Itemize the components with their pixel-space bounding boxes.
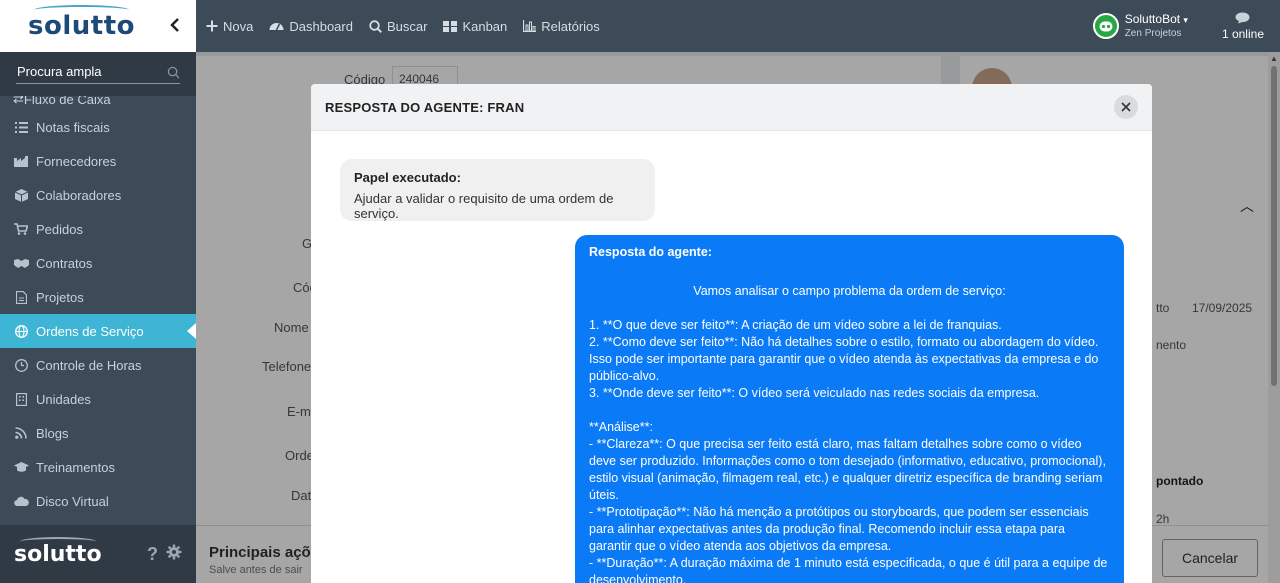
nav-label: Kanban [462, 18, 508, 34]
sidebar-item-fornecedores[interactable]: Fornecedores [0, 144, 196, 178]
nav-label: Relatórios [541, 18, 600, 34]
sidebar-item-label: Pedidos [36, 221, 83, 237]
close-icon[interactable] [1114, 95, 1138, 119]
cloud-icon [13, 494, 29, 508]
sidebar-item-notas-fiscais[interactable]: Notas fiscais [0, 110, 196, 144]
sidebar-menu: Notas fiscais Fornecedores Colaboradores… [0, 110, 196, 518]
cube-icon [13, 188, 29, 202]
sidebar-item-controle-de-horas[interactable]: Controle de Horas [0, 348, 196, 382]
dashboard-icon [269, 20, 284, 32]
sidebar-item-label: Unidades [36, 391, 91, 407]
handshake-icon [13, 256, 29, 270]
bar-chart-icon [523, 20, 537, 32]
sidebar-item-label: Disco Virtual [36, 493, 109, 509]
file-icon [13, 290, 29, 304]
role-title: Papel executado: [354, 170, 461, 185]
sidebar-item-label: Notas fiscais [36, 119, 110, 135]
sidebar-item-unidades[interactable]: Unidades [0, 382, 196, 416]
nav-label: Dashboard [289, 18, 353, 34]
nav-buscar[interactable]: Buscar [369, 19, 427, 34]
chevron-down-icon: ▾ [1183, 15, 1188, 25]
sidebar-item-label: Fornecedores [36, 153, 117, 169]
collapse-sidebar-icon[interactable] [170, 16, 180, 37]
graduation-cap-icon [13, 460, 29, 474]
globe-icon [13, 324, 29, 338]
agent-response-modal: RESPOSTA DO AGENTE: FRAN Papel executado… [311, 84, 1152, 583]
response-line: - **Prototipação**: Não há menção a prot… [589, 505, 1089, 553]
robot-icon [1092, 13, 1119, 39]
nav-relatorios[interactable]: Relatórios [523, 19, 600, 34]
building-icon [13, 392, 29, 406]
help-icon[interactable]: ? [147, 544, 158, 565]
sidebar-item-blogs[interactable]: Blogs [0, 416, 196, 450]
response-title: Resposta do agente: [589, 245, 712, 259]
nav-nova[interactable]: Nova [206, 19, 253, 34]
nav-label: Nova [223, 18, 254, 34]
online-count: 1 online [1221, 26, 1264, 41]
role-bubble: Papel executado: Ajudar a validar o requ… [340, 159, 655, 221]
gear-icon[interactable] [166, 544, 182, 565]
sidebar-item-label: Treinamentos [36, 459, 115, 475]
top-navbar: Nova Dashboard Buscar Kanban Relatórios … [196, 0, 1280, 52]
sidebar-item-projetos[interactable]: Projetos [0, 280, 196, 314]
nav-kanban[interactable]: Kanban [443, 19, 507, 34]
sidebar: solutto ⇄ Fluxo de Caixa Notas fiscais F… [0, 0, 196, 583]
online-users[interactable]: 1 online [1222, 12, 1264, 41]
plus-icon [206, 20, 218, 32]
response-line: 3. **Onde deve ser feito**: O vídeo será… [589, 386, 1040, 400]
nav-dashboard[interactable]: Dashboard [269, 19, 353, 34]
search-icon[interactable] [167, 66, 180, 79]
response-line: **Análise**: [589, 420, 653, 434]
response-line: - **Duração**: A duração máxima de 1 min… [589, 556, 1108, 583]
sidebar-item-label: Blogs [36, 425, 69, 441]
sidebar-item-ordens-de-servico[interactable]: Ordens de Serviço [0, 314, 196, 348]
response-intro: Vamos analisar o campo problema da ordem… [693, 284, 1006, 298]
modal-header: RESPOSTA DO AGENTE: FRAN [311, 84, 1152, 131]
sidebar-item-label: Controle de Horas [36, 357, 142, 373]
logo-area: solutto [0, 0, 196, 52]
role-text: Ajudar a validar o requisito de uma orde… [354, 191, 614, 221]
modal-title: RESPOSTA DO AGENTE: FRAN [325, 99, 525, 115]
sidebar-item-pedidos[interactable]: Pedidos [0, 212, 196, 246]
bot-subtitle: Zen Projetos [1124, 28, 1182, 39]
clock-icon [13, 358, 29, 372]
sidebar-item-treinamentos[interactable]: Treinamentos [0, 450, 196, 484]
response-line: 2. **Como deve ser feito**: Não há detal… [589, 335, 1099, 383]
brand-logo[interactable]: solutto [28, 5, 135, 41]
agent-response-bubble: Resposta do agente: Vamos analisar o cam… [575, 235, 1124, 583]
sidebar-item-disco-virtual[interactable]: Disco Virtual [0, 484, 196, 518]
search-icon [369, 19, 382, 33]
response-line: - **Clareza**: O que precisa ser feito e… [589, 437, 1106, 502]
list-icon [13, 120, 29, 134]
response-line: 1. **O que deve ser feito**: A criação d… [589, 318, 1002, 332]
sidebar-item-colaboradores[interactable]: Colaboradores [0, 178, 196, 212]
bot-name: SoluttoBot [1124, 12, 1181, 26]
search-input[interactable] [16, 62, 180, 84]
footer-brand-logo: solutto [14, 536, 102, 567]
sidebar-search [0, 52, 196, 96]
chat-icon [1235, 12, 1250, 27]
sidebar-footer: solutto ? [0, 525, 196, 583]
kanban-icon [443, 20, 458, 32]
sidebar-item-contratos[interactable]: Contratos [0, 246, 196, 280]
factory-icon [13, 154, 29, 168]
bot-menu[interactable]: SoluttoBot ▾ Zen Projetos [1092, 12, 1188, 40]
sidebar-item-label: Projetos [36, 289, 84, 305]
nav-label: Buscar [386, 18, 428, 34]
sidebar-item-label: Contratos [36, 255, 93, 271]
sidebar-item-label: Colaboradores [36, 187, 122, 203]
rss-icon [13, 426, 29, 440]
cart-icon [13, 222, 29, 236]
sidebar-item-label: Ordens de Serviço [36, 323, 144, 339]
